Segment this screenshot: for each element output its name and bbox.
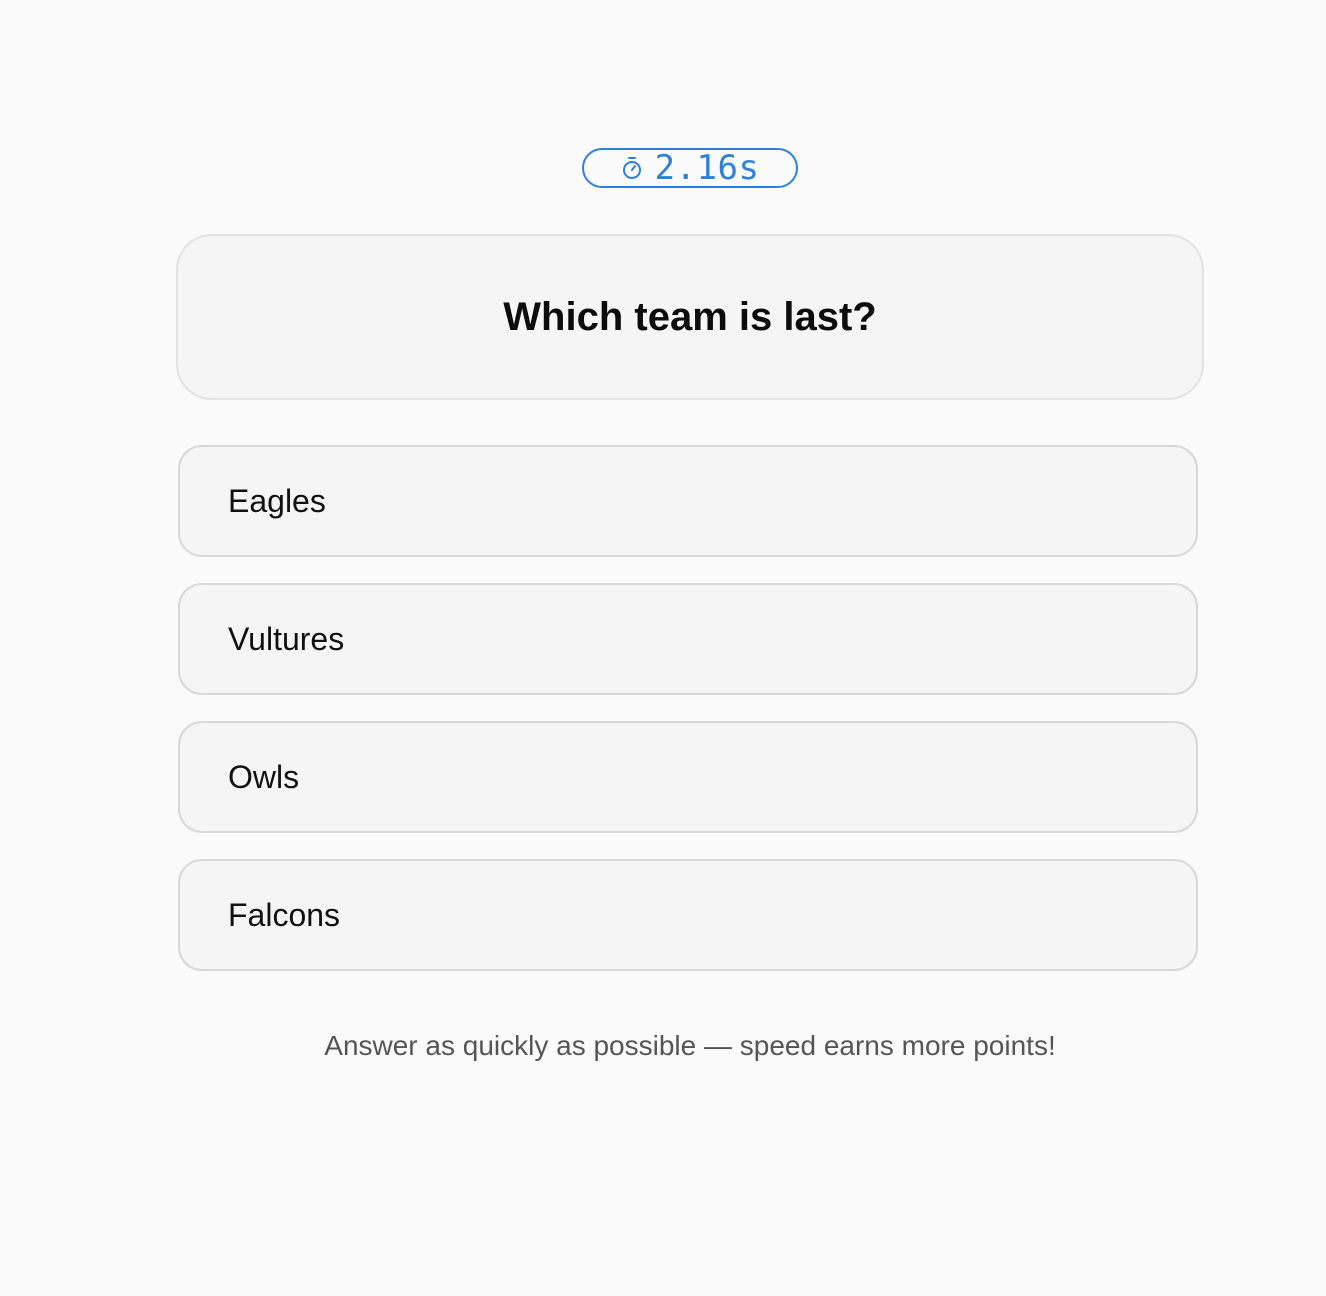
answer-option-eagles[interactable]: Eagles xyxy=(178,445,1198,557)
answer-option-falcons[interactable]: Falcons xyxy=(178,859,1198,971)
answer-options: Eagles Vultures Owls Falcons xyxy=(178,445,1202,997)
timer-value: 2.16s xyxy=(654,148,760,188)
quiz-page: 2.16s Which team is last? Eagles Vulture… xyxy=(0,0,1326,1296)
speed-hint: Answer as quickly as possible — speed ea… xyxy=(324,1030,1056,1061)
timer-badge: 2.16s xyxy=(582,148,798,188)
answer-option-owls[interactable]: Owls xyxy=(178,721,1198,833)
answer-option-label: Falcons xyxy=(228,896,341,933)
question-text: Which team is last? xyxy=(503,294,877,339)
answer-option-label: Owls xyxy=(228,758,300,795)
answer-option-label: Vultures xyxy=(228,620,345,657)
question-card: Which team is last? xyxy=(176,234,1204,400)
answer-option-vultures[interactable]: Vultures xyxy=(178,583,1198,695)
stopwatch-icon xyxy=(621,156,643,180)
answer-option-label: Eagles xyxy=(228,482,326,519)
